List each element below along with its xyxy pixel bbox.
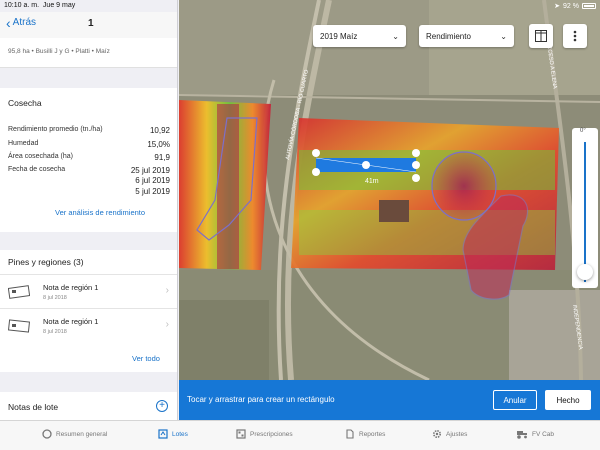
add-note-icon[interactable]: +	[156, 400, 168, 412]
harvest-date-extra: 6 jul 2019	[135, 176, 170, 185]
pins-card: Pines y regiones (3) Nota de región 1 8 …	[0, 250, 177, 372]
action-message: Tocar y arrastrar para crear un rectángu…	[187, 395, 335, 404]
more-options-button[interactable]	[563, 24, 587, 48]
reports-icon	[346, 429, 354, 439]
status-right: ➤ 92 %	[554, 2, 596, 10]
chevron-down-icon: ⌄	[392, 31, 399, 41]
battery-icon	[582, 3, 596, 9]
map-region-icon	[8, 319, 30, 333]
satellite-map: 41m AUTOVÍA CÓRDOBA - RÍO CUARTO ACCESO …	[179, 0, 600, 380]
chevron-right-icon: ›	[165, 285, 169, 296]
split-view-icon	[535, 30, 547, 42]
chevron-left-icon: ‹	[6, 14, 11, 31]
harvest-card: Cosecha Rendimiento promedio (tn./ha) 10…	[0, 88, 177, 232]
action-bar: Tocar y arrastrar para crear un rectángu…	[179, 380, 600, 420]
status-bar: 10:10 a. m. Jue 9 may ➤ 92 %	[0, 0, 600, 12]
back-label: Atrás	[12, 17, 37, 28]
see-all-link[interactable]: Ver todo	[132, 354, 160, 363]
metric-select[interactable]: Rendimiento ⌄	[419, 25, 514, 47]
year-select[interactable]: 2019 Maíz ⌄	[313, 25, 406, 47]
harvest-row: Área cosechada (ha) 91,9	[8, 153, 170, 162]
tab-bar: Resumen general Lotes Prescripciones Rep…	[0, 420, 600, 450]
more-vertical-icon	[573, 30, 577, 42]
slider-knob[interactable]	[577, 264, 593, 280]
harvest-row: Humedad 15,0%	[8, 140, 170, 149]
fields-icon	[158, 429, 168, 439]
notes-title: Notas de lote	[8, 402, 59, 412]
prescriptions-icon	[236, 429, 246, 439]
split-view-button[interactable]	[529, 24, 553, 48]
map-region-icon	[8, 285, 30, 299]
left-panel: ‹ Atrás 1 95,8 ha • Busilli J y G • Plat…	[0, 0, 178, 420]
dashboard-icon	[42, 429, 52, 439]
settings-icon	[432, 429, 442, 439]
harvest-date-extra: 5 jul 2019	[135, 187, 170, 196]
field-info: 95,8 ha • Busilli J y G • Platti • Maíz	[0, 38, 177, 68]
tab-prescriptions[interactable]: Prescripciones	[236, 429, 293, 439]
back-button[interactable]: ‹ Atrás	[6, 14, 37, 31]
done-button[interactable]: Hecho	[545, 390, 591, 410]
pins-title: Pines y regiones (3)	[8, 257, 84, 267]
map-view[interactable]: 41m AUTOVÍA CÓRDOBA - RÍO CUARTO ACCESO …	[179, 0, 600, 380]
page-title: 1	[88, 18, 94, 29]
chevron-down-icon: ⌄	[500, 31, 507, 41]
nav-bar: ‹ Atrás 1	[0, 12, 177, 38]
chevron-right-icon: ›	[165, 319, 169, 330]
opacity-slider[interactable]: 0°	[572, 128, 598, 288]
location-icon: ➤	[554, 3, 561, 10]
tab-overview[interactable]: Resumen general	[42, 429, 107, 439]
battery-percent: 92 %	[563, 2, 579, 10]
notes-card: Notas de lote +	[0, 392, 177, 420]
view-yield-analysis-link[interactable]: Ver análisis de rendimiento	[55, 208, 145, 217]
slider-track	[584, 142, 586, 282]
list-item[interactable]: Nota de región 1 8 jul 2018 ›	[0, 274, 177, 308]
harvest-title: Cosecha	[8, 98, 42, 108]
tab-fields[interactable]: Lotes	[158, 429, 188, 439]
tab-settings[interactable]: Ajustes	[432, 429, 467, 439]
slider-label: 0°	[580, 128, 586, 134]
cancel-button[interactable]: Anular	[493, 390, 537, 410]
tab-reports[interactable]: Reportes	[345, 429, 385, 439]
tractor-icon	[517, 431, 527, 439]
list-item[interactable]: Nota de región 1 8 jul 2018 ›	[0, 308, 177, 342]
tab-fv-cab[interactable]: FV Cab	[516, 429, 554, 439]
status-time: 10:10 a. m. Jue 9 may	[4, 2, 76, 9]
measure-label: 41m	[365, 178, 379, 185]
harvest-row: Rendimiento promedio (tn./ha) 10,92	[8, 126, 170, 135]
harvest-row: Fecha de cosecha 25 jul 2019	[8, 166, 170, 175]
